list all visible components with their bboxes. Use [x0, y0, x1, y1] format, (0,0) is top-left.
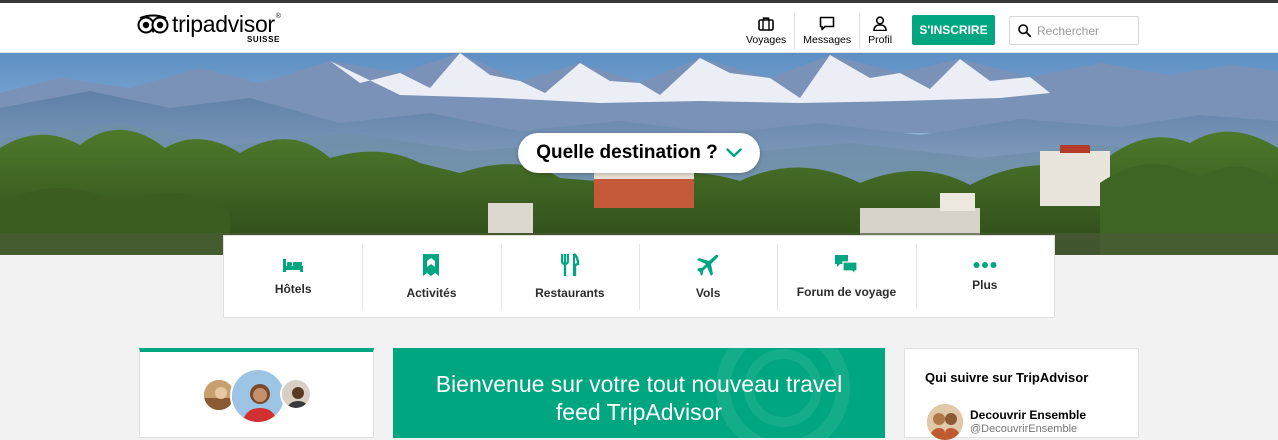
category-label: Restaurants — [535, 286, 605, 300]
registered-mark: ® — [275, 13, 281, 20]
bed-icon — [283, 259, 304, 272]
search-icon — [1018, 24, 1031, 37]
nav-trips[interactable]: Voyages — [738, 6, 794, 56]
forum-icon — [835, 255, 859, 276]
ticket-icon — [423, 254, 440, 276]
welcome-line-1: Bienvenue sur votre tout nouveau travel — [435, 371, 843, 397]
destination-selector[interactable]: Quelle destination ? — [518, 133, 760, 173]
owl-logo-icon — [137, 14, 169, 34]
follow-user-avatar[interactable] — [927, 404, 963, 440]
signup-button[interactable]: S'INSCRIRE — [912, 15, 995, 45]
more-dots-icon — [973, 262, 997, 268]
profile-intro-card — [139, 348, 374, 438]
category-label: Plus — [972, 278, 998, 292]
search-box[interactable] — [1009, 16, 1139, 45]
header-nav: Voyages Messages Profil — [738, 6, 900, 56]
welcome-banner: Bienvenue sur votre tout nouveau travel … — [393, 348, 885, 438]
who-to-follow-title: Qui suivre sur TripAdvisor — [925, 370, 1089, 385]
welcome-line-2: feed TripAdvisor — [555, 399, 723, 425]
suitcase-icon — [758, 16, 774, 31]
nav-messages-label: Messages — [803, 34, 852, 46]
category-label: Activités — [406, 286, 457, 300]
follow-user-handle: @DecouvrirEnsemble — [970, 423, 1078, 435]
fork-knife-icon — [560, 253, 580, 276]
person-icon — [873, 16, 887, 31]
follow-user-name[interactable]: Decouvrir Ensemble — [970, 408, 1086, 422]
destination-prompt: Quelle destination ? — [536, 142, 718, 163]
category-label: Vols — [695, 286, 721, 300]
nav-profile[interactable]: Profil — [860, 6, 900, 56]
category-label: Forum de voyage — [796, 285, 897, 299]
chevron-down-icon — [726, 148, 742, 158]
category-flights[interactable]: Vols — [638, 236, 777, 317]
welcome-heading: Bienvenue sur votre tout nouveau travel … — [393, 370, 885, 426]
category-label: Hôtels — [274, 282, 312, 296]
nav-profile-label: Profil — [868, 34, 893, 46]
brand-name: tripadvisor — [172, 11, 275, 37]
category-activities[interactable]: Activités — [362, 236, 500, 317]
brand-region: SUISSE — [247, 35, 280, 44]
site-header: tripadvisor ® SUISSE Voyages Messages Pro… — [0, 3, 1278, 53]
tripadvisor-logo[interactable]: tripadvisor ® SUISSE — [137, 13, 281, 45]
avatar — [230, 368, 286, 424]
nav-trips-label: Voyages — [746, 33, 787, 46]
chat-bubble-icon — [819, 16, 835, 31]
who-to-follow-card: Qui suivre sur TripAdvisor Decouvrir Ens… — [904, 348, 1139, 440]
category-restaurants[interactable]: Restaurants — [500, 236, 639, 317]
nav-messages[interactable]: Messages — [795, 6, 859, 56]
avatar — [280, 378, 312, 410]
category-hotels[interactable]: Hôtels — [224, 236, 362, 317]
category-bar: Hôtels Activités Restaurants Vols Forum … — [223, 235, 1055, 318]
airplane-icon — [697, 254, 719, 276]
category-more[interactable]: Plus — [915, 236, 1054, 317]
search-input[interactable] — [1037, 23, 1129, 38]
category-forum[interactable]: Forum de voyage — [777, 236, 915, 317]
